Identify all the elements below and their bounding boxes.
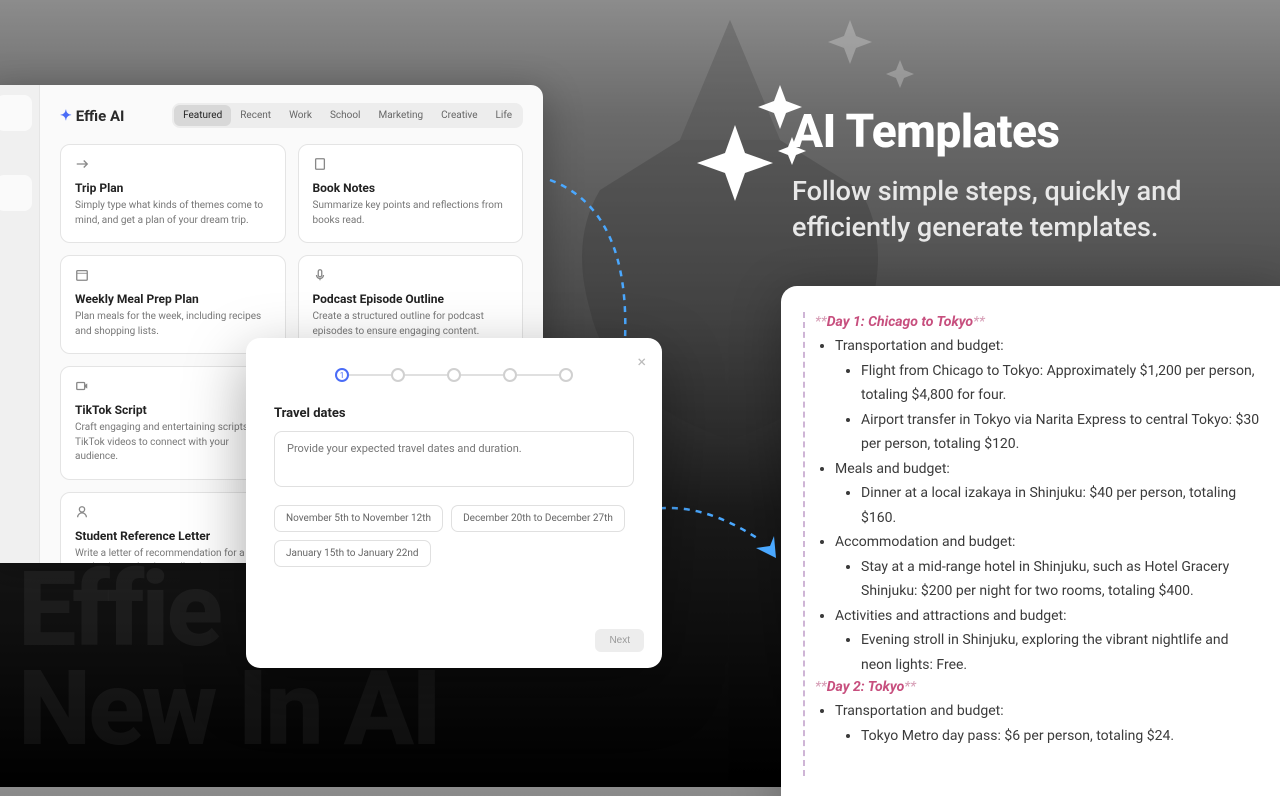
step-3[interactable]: [447, 368, 461, 382]
plane-icon: [75, 157, 89, 171]
chip-jan[interactable]: January 15th to January 22nd: [274, 540, 431, 567]
template-desc: Summarize key points and reflections fro…: [313, 199, 509, 228]
chip-nov[interactable]: November 5th to November 12th: [274, 505, 443, 532]
travel-dates-input[interactable]: [274, 431, 634, 487]
close-icon[interactable]: ×: [637, 352, 646, 371]
template-card-trip-plan[interactable]: Trip Plan Simply type what kinds of them…: [60, 144, 286, 243]
template-title: Book Notes: [313, 181, 509, 195]
list-item: Stay at a mid-range hotel in Shinjuku, s…: [861, 555, 1260, 604]
modal-label: Travel dates: [274, 406, 634, 421]
list-item: Dinner at a local izakaya in Shinjuku: $…: [861, 481, 1260, 530]
app-title-text: Effie AI: [76, 107, 125, 125]
user-icon: [75, 505, 89, 519]
mic-icon: [313, 268, 327, 282]
list-item: Accommodation and budget: Stay at a mid-…: [835, 530, 1260, 604]
list-item: Transportation and budget: Flight from C…: [835, 334, 1260, 457]
tab-recent[interactable]: Recent: [231, 105, 280, 126]
tab-marketing[interactable]: Marketing: [369, 105, 432, 126]
result-content: **Day 1: Chicago to Tokyo** Transportati…: [803, 312, 1260, 776]
arrow-icon: [640, 490, 800, 580]
suggestion-chips: November 5th to November 12th December 2…: [274, 505, 634, 567]
step-5[interactable]: [559, 368, 573, 382]
sparkles-icon: [680, 55, 810, 205]
step-line: [405, 374, 447, 376]
step-line: [349, 374, 391, 376]
day-heading: **Day 1: Chicago to Tokyo**: [815, 314, 1260, 330]
template-desc: Craft engaging and entertaining scripts …: [75, 421, 271, 465]
template-title: Weekly Meal Prep Plan: [75, 292, 271, 306]
rail-item[interactable]: [0, 175, 32, 211]
template-title: TikTok Script: [75, 403, 271, 417]
list-item: Meals and budget: Dinner at a local izak…: [835, 457, 1260, 531]
step-4[interactable]: [503, 368, 517, 382]
book-icon: [313, 157, 327, 171]
app-header: ✦ Effie AI Featured Recent Work School M…: [60, 103, 523, 128]
chip-dec[interactable]: December 20th to December 27th: [451, 505, 625, 532]
list-item: Evening stroll in Shinjuku, exploring th…: [861, 628, 1260, 677]
hero: AI Templates Follow simple steps, quickl…: [792, 105, 1248, 246]
list-item: Tokyo Metro day pass: $6 per person, tot…: [861, 724, 1260, 749]
step-line: [517, 374, 559, 376]
tab-creative[interactable]: Creative: [432, 105, 486, 126]
hero-subtitle: Follow simple steps, quickly and efficie…: [792, 173, 1248, 246]
template-title: Trip Plan: [75, 181, 271, 195]
bolt-icon: ✦: [60, 108, 72, 124]
hero-title: AI Templates: [792, 105, 1248, 159]
template-title: Student Reference Letter: [75, 529, 271, 543]
calendar-icon: [75, 268, 89, 282]
stepper: 1: [274, 368, 634, 382]
bg-text-line: New In AI: [18, 661, 439, 760]
list-item: Flight from Chicago to Tokyo: Approximat…: [861, 359, 1260, 408]
day-title-text: Day 1: Chicago to Tokyo: [827, 314, 973, 330]
template-wizard-modal: × 1 Travel dates November 5th to Novembe…: [246, 338, 662, 668]
day-heading: **Day 2: Tokyo**: [815, 679, 1260, 695]
template-title: Podcast Episode Outline: [313, 292, 509, 306]
step-number: 1: [340, 371, 345, 380]
step-1[interactable]: 1: [335, 368, 349, 382]
tab-work[interactable]: Work: [280, 105, 321, 126]
step-2[interactable]: [391, 368, 405, 382]
app-title: ✦ Effie AI: [60, 107, 124, 125]
list-item: Transportation and budget: Tokyo Metro d…: [835, 699, 1260, 748]
next-button[interactable]: Next: [595, 629, 644, 652]
tab-school[interactable]: School: [321, 105, 370, 126]
tab-featured[interactable]: Featured: [174, 105, 231, 126]
video-icon: [75, 379, 89, 393]
day-title-text: Day 2: Tokyo: [827, 679, 905, 695]
template-card-book-notes[interactable]: Book Notes Summarize key points and refl…: [298, 144, 524, 243]
list-item: Activities and attractions and budget: E…: [835, 604, 1260, 678]
tab-life[interactable]: Life: [487, 105, 521, 126]
rail-item[interactable]: [0, 95, 32, 131]
step-line: [461, 374, 503, 376]
left-rail: [0, 85, 40, 563]
template-desc: Simply type what kinds of themes come to…: [75, 199, 271, 228]
template-desc: Create a structured outline for podcast …: [313, 310, 509, 339]
template-desc: Plan meals for the week, including recip…: [75, 310, 271, 339]
list-item: Airport transfer in Tokyo via Narita Exp…: [861, 408, 1260, 457]
tabs: Featured Recent Work School Marketing Cr…: [172, 103, 523, 128]
result-panel: **Day 1: Chicago to Tokyo** Transportati…: [781, 286, 1280, 796]
